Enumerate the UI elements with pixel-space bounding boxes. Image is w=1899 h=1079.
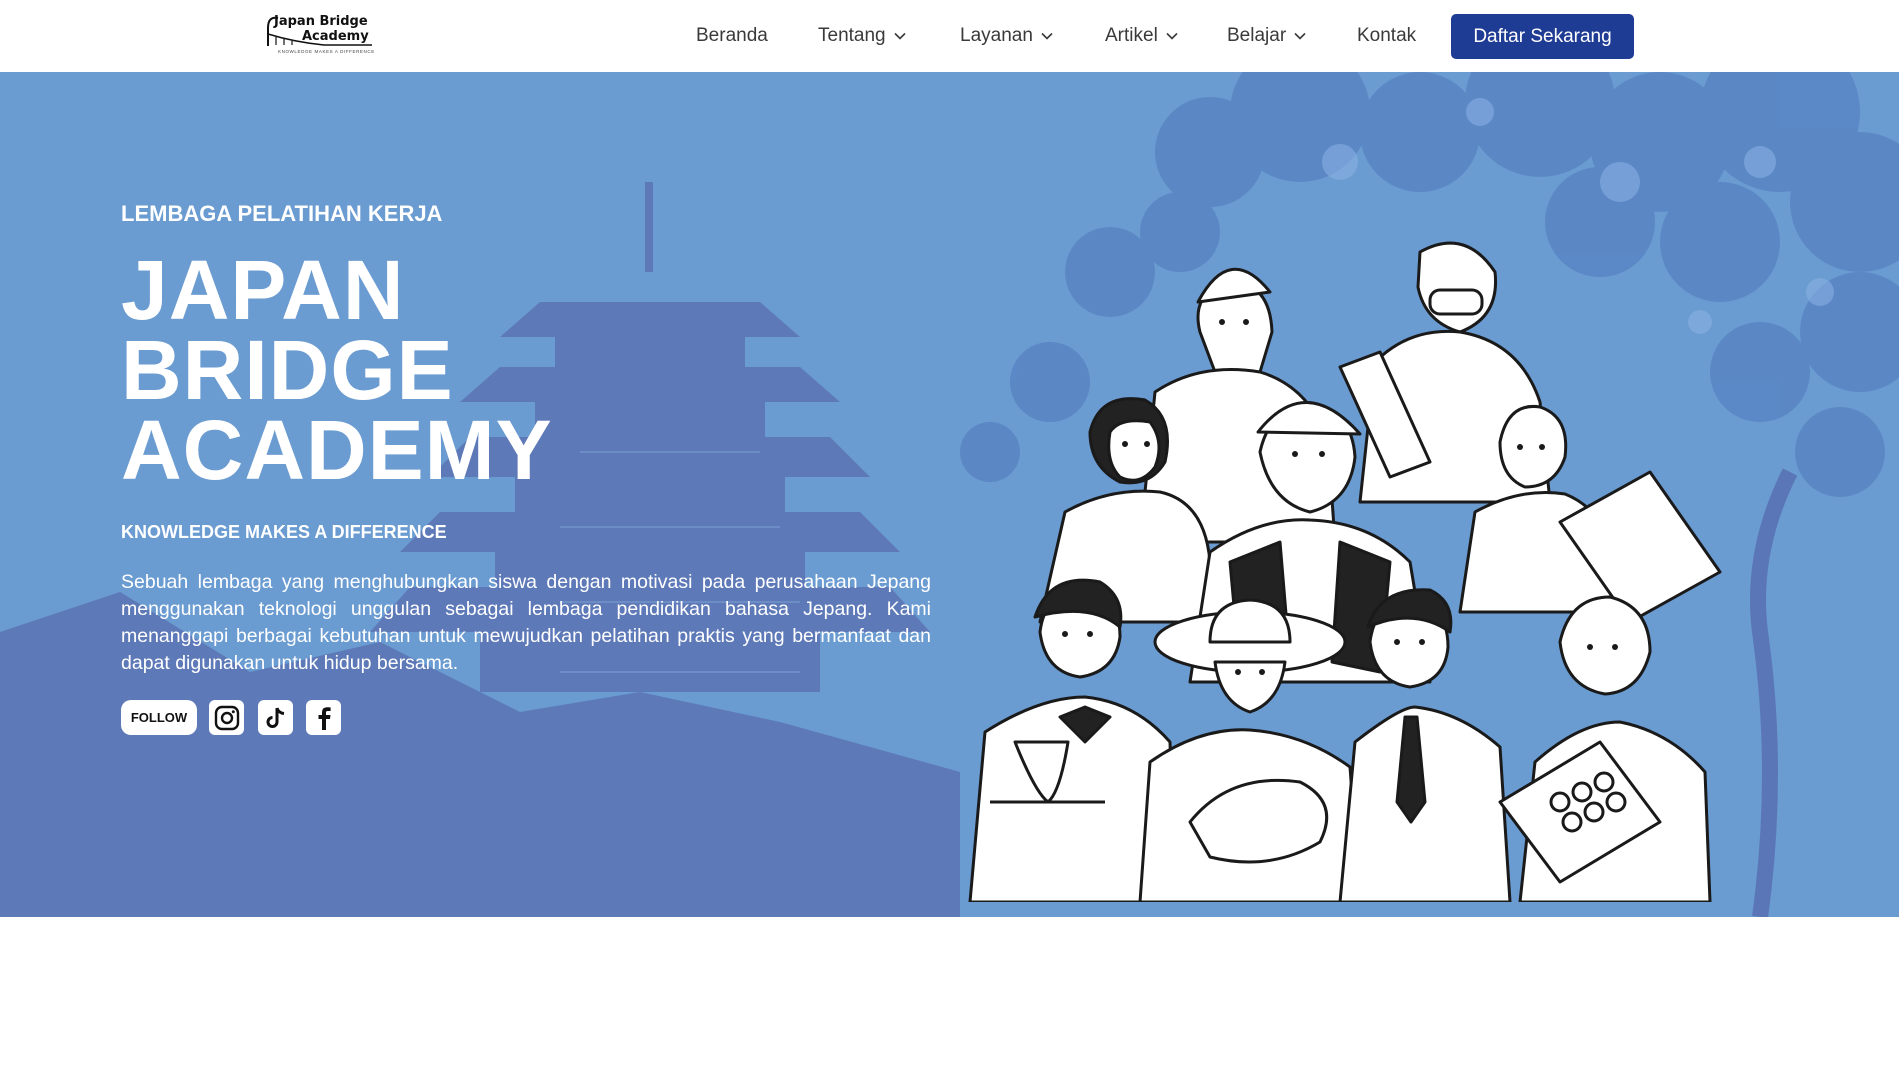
facebook-icon [318, 706, 331, 730]
nav-item-artikel[interactable]: Artikel [1105, 24, 1178, 48]
hero-section: LEMBAGA PELATIHAN KERJA JAPAN BRIDGE ACA… [0, 72, 1899, 917]
logo-text-line1: Japan Bridge [274, 14, 368, 29]
chevron-down-icon [894, 32, 906, 40]
nav-item-belajar[interactable]: Belajar [1227, 24, 1306, 48]
hero-title: JAPAN BRIDGE ACADEMY [121, 243, 553, 497]
hero-title-line: JAPAN [121, 243, 405, 337]
logo-tagline: KNOWLEDGE MAKES A DIFFERENCE [278, 49, 375, 54]
chevron-down-icon [1041, 32, 1053, 40]
hero-eyebrow: LEMBAGA PELATIHAN KERJA [121, 201, 443, 226]
tiktok-icon [266, 706, 284, 728]
brand-logo[interactable]: Japan Bridge Academy KNOWLEDGE MAKES A D… [264, 12, 376, 58]
nav-item-layanan[interactable]: Layanan [960, 24, 1053, 48]
nav-item-label: Belajar [1227, 25, 1287, 46]
page: Japan Bridge Academy KNOWLEDGE MAKES A D… [0, 0, 1899, 1079]
site-header: Japan Bridge Academy KNOWLEDGE MAKES A D… [0, 0, 1899, 72]
nav-item-beranda[interactable]: Beranda [696, 24, 768, 48]
hero-tagline: KNOWLEDGE MAKES A DIFFERENCE [121, 522, 447, 542]
nav-item-label: Beranda [696, 25, 768, 46]
workers-group-illustration [968, 241, 1722, 902]
page-below-hero [0, 917, 1899, 1079]
hero-title-line: ACADEMY [121, 403, 553, 497]
follow-badge: FOLLOW [121, 700, 197, 735]
instagram-icon [214, 705, 239, 730]
logo-text-line2: Academy [302, 29, 369, 44]
chevron-down-icon [1166, 32, 1178, 40]
nav-item-tentang[interactable]: Tentang [818, 24, 906, 48]
hero-title-line: BRIDGE [121, 323, 454, 417]
nav-item-label: Kontak [1357, 25, 1417, 46]
nav-item-label: Artikel [1105, 25, 1158, 46]
register-now-button[interactable]: Daftar Sekarang [1451, 14, 1634, 59]
nav-item-label: Tentang [818, 25, 886, 46]
nav-item-label: Layanan [960, 25, 1033, 46]
facebook-link[interactable] [306, 700, 341, 735]
hero-description: Sebuah lembaga yang menghubungkan siswa … [121, 571, 931, 674]
instagram-link[interactable] [209, 700, 244, 735]
nav-item-kontak[interactable]: Kontak [1357, 24, 1416, 48]
chevron-down-icon [1294, 32, 1306, 40]
tiktok-link[interactable] [258, 700, 293, 735]
